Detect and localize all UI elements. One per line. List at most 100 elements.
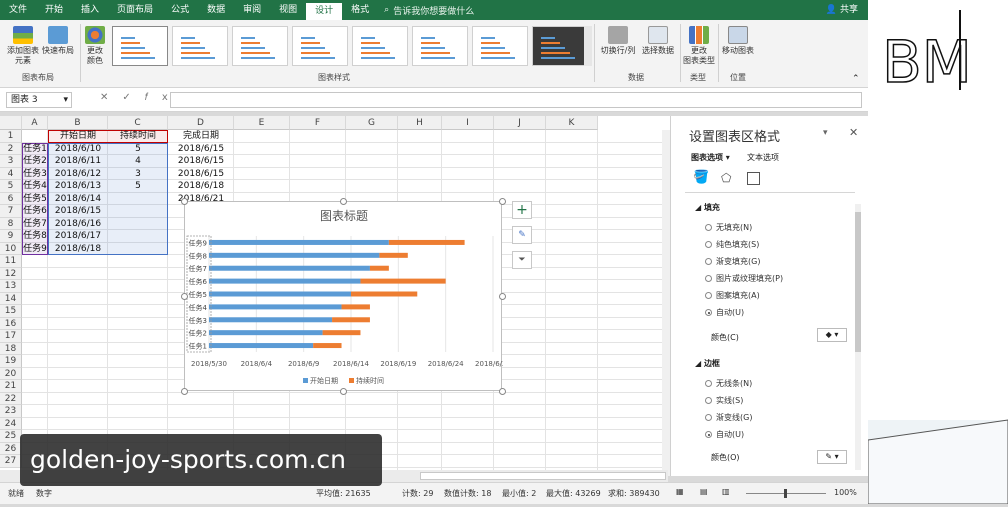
- tab-view[interactable]: 视图: [270, 0, 306, 20]
- table-cell[interactable]: 任务7: [22, 218, 48, 231]
- row-header[interactable]: 23: [0, 405, 22, 418]
- radio-option[interactable]: 实线(S): [705, 395, 743, 406]
- resize-handle[interactable]: [181, 198, 188, 205]
- table-cell[interactable]: 2018/6/17: [48, 230, 108, 243]
- row-header[interactable]: 4: [0, 167, 22, 180]
- resize-handle[interactable]: [499, 388, 506, 395]
- row-header[interactable]: 10: [0, 242, 22, 255]
- close-icon[interactable]: ✕: [849, 126, 858, 139]
- column-header[interactable]: H: [398, 116, 442, 130]
- border-section-header[interactable]: ◢ 边框: [695, 358, 720, 369]
- resize-handle[interactable]: [340, 388, 347, 395]
- radio-button[interactable]: [705, 431, 712, 438]
- row-header[interactable]: 16: [0, 317, 22, 330]
- row-header[interactable]: 9: [0, 230, 22, 243]
- zoom-slider-thumb[interactable]: [784, 489, 787, 498]
- vertical-scrollbar[interactable]: [662, 130, 670, 476]
- radio-button[interactable]: [705, 380, 712, 387]
- tell-me-box[interactable]: ⌕ 告诉我你想要做什么: [384, 4, 474, 17]
- cancel-icon[interactable]: ✕: [100, 92, 122, 103]
- chart-style-thumbnail[interactable]: [532, 26, 588, 66]
- fill-section-header[interactable]: ◢ 填充: [695, 202, 720, 213]
- table-cell[interactable]: 2018/6/18: [168, 180, 234, 193]
- switch-row-column-button[interactable]: 切换行/列: [598, 26, 638, 56]
- radio-button[interactable]: [705, 258, 712, 265]
- table-cell[interactable]: 2018/6/15: [168, 168, 234, 181]
- radio-button[interactable]: [705, 241, 712, 248]
- horizontal-scrollbar[interactable]: [420, 472, 666, 480]
- tab-format[interactable]: 格式: [342, 0, 378, 20]
- chart-style-thumbnail[interactable]: [472, 26, 528, 66]
- table-cell[interactable]: 任务3: [22, 168, 48, 181]
- chart-styles-button[interactable]: ✎: [512, 226, 532, 244]
- row-header[interactable]: 17: [0, 330, 22, 343]
- row-header[interactable]: 13: [0, 280, 22, 293]
- row-header[interactable]: 7: [0, 205, 22, 218]
- column-header[interactable]: B: [48, 116, 108, 130]
- table-cell[interactable]: 任务8: [22, 230, 48, 243]
- add-chart-element-button[interactable]: 添加图表 元素: [6, 26, 40, 66]
- table-cell[interactable]: 2018/6/16: [48, 218, 108, 231]
- row-header[interactable]: 2: [0, 142, 22, 155]
- table-cell[interactable]: 2018/6/11: [48, 155, 108, 168]
- name-box[interactable]: 图表 3 ▾: [6, 92, 72, 108]
- radio-option[interactable]: 无线条(N): [705, 378, 752, 389]
- radio-option[interactable]: 渐变填充(G): [705, 256, 760, 267]
- radio-option[interactable]: 自动(U): [705, 307, 744, 318]
- radio-button[interactable]: [705, 292, 712, 299]
- quick-layout-button[interactable]: 快速布局: [40, 26, 76, 56]
- table-cell[interactable]: 任务9: [22, 243, 48, 256]
- chart-style-thumbnail[interactable]: [412, 26, 468, 66]
- header-cell[interactable]: 开始日期: [48, 130, 108, 143]
- table-cell[interactable]: 任务2: [22, 155, 48, 168]
- chart-area[interactable]: 图表标题 2018/5/30 2018/6/4 2018/6/9 2018/6/14 20…: [181, 198, 511, 395]
- row-header[interactable]: 14: [0, 292, 22, 305]
- tab-home[interactable]: 开始: [36, 0, 72, 20]
- radio-button[interactable]: [705, 224, 712, 231]
- chart-style-thumbnail[interactable]: [232, 26, 288, 66]
- row-header[interactable]: 25: [0, 430, 22, 443]
- fill-color-picker[interactable]: ◆ ▾: [817, 328, 847, 342]
- tab-text-options[interactable]: 文本选项: [747, 152, 779, 163]
- change-colors-button[interactable]: 更改 颜色: [82, 26, 108, 66]
- resize-handle[interactable]: [181, 293, 188, 300]
- radio-button[interactable]: [705, 309, 712, 316]
- table-cell[interactable]: 任务6: [22, 205, 48, 218]
- table-cell[interactable]: 5: [108, 143, 168, 156]
- column-header[interactable]: I: [442, 116, 494, 130]
- move-chart-button[interactable]: 移动图表: [720, 26, 756, 56]
- zoom-level[interactable]: 100%: [834, 488, 857, 497]
- chart-style-thumbnail[interactable]: [292, 26, 348, 66]
- tab-design[interactable]: 设计: [306, 3, 343, 20]
- row-header[interactable]: 6: [0, 192, 22, 205]
- row-header[interactable]: 12: [0, 267, 22, 280]
- row-header[interactable]: 20: [0, 367, 22, 380]
- column-header[interactable]: K: [546, 116, 598, 130]
- radio-button[interactable]: [705, 275, 712, 282]
- row-header[interactable]: 8: [0, 217, 22, 230]
- collapse-ribbon-icon[interactable]: ⌃: [852, 74, 860, 84]
- row-header[interactable]: 15: [0, 305, 22, 318]
- chart-style-thumbnail[interactable]: [352, 26, 408, 66]
- radio-option[interactable]: 渐变线(G): [705, 412, 752, 423]
- column-header[interactable]: C: [108, 116, 168, 130]
- header-cell[interactable]: 完成日期: [168, 130, 234, 143]
- share-button[interactable]: 👤 共享: [826, 0, 858, 20]
- table-cell[interactable]: 任务5: [22, 193, 48, 206]
- resize-handle[interactable]: [181, 388, 188, 395]
- effects-icon[interactable]: ⬠: [721, 171, 731, 185]
- table-cell[interactable]: 3: [108, 168, 168, 181]
- border-color-picker[interactable]: ✎ ▾: [817, 450, 847, 464]
- row-header[interactable]: 19: [0, 355, 22, 368]
- table-cell[interactable]: 2018/6/13: [48, 180, 108, 193]
- table-cell[interactable]: 2018/6/15: [168, 155, 234, 168]
- normal-view-icon[interactable]: ▦: [676, 487, 684, 496]
- row-header[interactable]: 5: [0, 180, 22, 193]
- confirm-icon[interactable]: ✓: [122, 92, 144, 103]
- radio-option[interactable]: 纯色填充(S): [705, 239, 759, 250]
- resize-handle[interactable]: [499, 198, 506, 205]
- tab-formulas[interactable]: 公式: [162, 0, 198, 20]
- resize-handle[interactable]: [499, 293, 506, 300]
- column-header[interactable]: G: [346, 116, 398, 130]
- chart-elements-button[interactable]: +: [512, 201, 532, 219]
